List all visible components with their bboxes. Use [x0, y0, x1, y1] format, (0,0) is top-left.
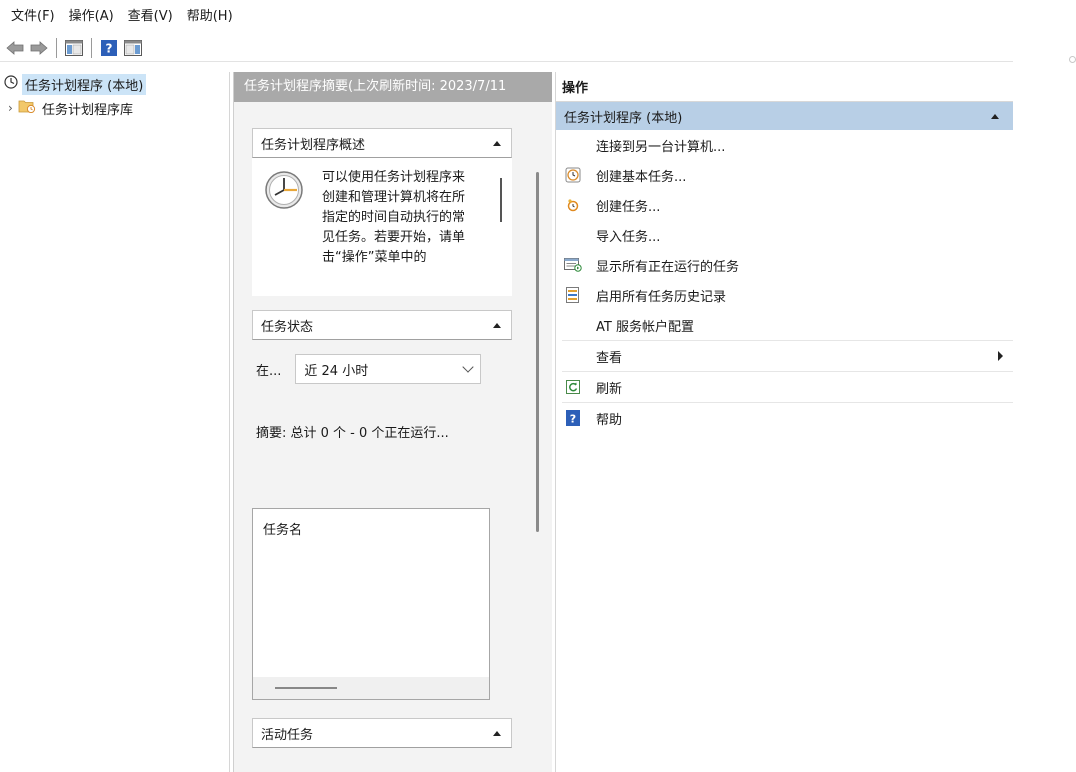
action-view[interactable]: 查看: [556, 341, 1013, 371]
tree-item-label: 任务计划程序 (本地): [22, 73, 147, 95]
active-tasks-section: 活动任务: [252, 718, 512, 748]
scrollbar-thumb[interactable]: [275, 687, 337, 689]
history-icon: [556, 287, 590, 303]
status-filter-label: 在...: [256, 363, 282, 379]
collapse-icon[interactable]: [493, 140, 501, 146]
console-tree: 任务计划程序 (本地) › 任务计划程序库: [0, 72, 230, 772]
overview-scrollbar[interactable]: [500, 178, 502, 222]
time-range-value: 近 24 小时: [304, 363, 369, 379]
tree-item-local-scheduler[interactable]: 任务计划程序 (本地): [0, 72, 229, 96]
forward-arrow-icon[interactable]: [28, 37, 50, 59]
menu-file[interactable]: 文件(F): [4, 0, 62, 34]
action-label: 创建基本任务...: [596, 169, 687, 185]
submenu-arrow-icon: [998, 351, 1003, 361]
folder-clock-icon: [18, 99, 36, 117]
task-list-scrollbar[interactable]: [253, 677, 489, 699]
tree-item-task-library[interactable]: › 任务计划程序库: [0, 96, 229, 120]
active-tasks-section-header[interactable]: 活动任务: [252, 718, 512, 748]
overview-content: 可以使用任务计划程序来创建和管理计算机将在所指定的时间自动执行的常见任务。若要开…: [252, 158, 512, 296]
action-help[interactable]: ? 帮助: [556, 403, 1013, 433]
overview-text: 可以使用任务计划程序来创建和管理计算机将在所指定的时间自动执行的常见任务。若要开…: [322, 170, 466, 265]
background-window-edge: [1069, 56, 1076, 63]
action-label: 查看: [596, 350, 623, 366]
task-name-column-header[interactable]: 任务名: [263, 519, 302, 538]
overview-section: 任务计划程序概述 可以使用任务计划程序来创建和管理计算机将在所指定的时间自动执行…: [252, 128, 512, 296]
status-section: 任务状态 在... 近 24 小时 摘要: 总计 0 个 - 0 个正在运行..…: [252, 310, 512, 702]
create-task-icon: [556, 198, 590, 212]
section-title: 任务计划程序概述: [261, 137, 366, 153]
action-show-running-tasks[interactable]: 显示所有正在运行的任务: [556, 250, 1013, 280]
status-content: 在... 近 24 小时 摘要: 总计 0 个 - 0 个正在运行... 任务名: [252, 340, 512, 702]
action-import-task[interactable]: 导入任务...: [556, 220, 1013, 250]
help-icon: ?: [556, 410, 590, 426]
action-refresh[interactable]: 刷新: [556, 372, 1013, 402]
back-arrow-icon[interactable]: [4, 37, 26, 59]
action-create-task[interactable]: 创建任务...: [556, 190, 1013, 220]
overview-section-header[interactable]: 任务计划程序概述: [252, 128, 512, 158]
menu-action[interactable]: 操作(A): [62, 0, 121, 34]
task-list[interactable]: 任务名: [252, 508, 490, 700]
status-section-header[interactable]: 任务状态: [252, 310, 512, 340]
show-hide-action-pane-icon[interactable]: [122, 37, 144, 59]
summary-pane: 任务计划程序摘要(上次刷新时间: 2023/7/11 任务计划程序概述 可以使用…: [233, 72, 552, 772]
svg-text:?: ?: [570, 413, 576, 426]
actions-group-header[interactable]: 任务计划程序 (本地): [556, 102, 1013, 130]
basic-task-icon: [556, 167, 590, 183]
action-label: 刷新: [596, 381, 623, 397]
menu-help[interactable]: 帮助(H): [180, 0, 240, 34]
toolbar-separator: [91, 37, 92, 58]
help-icon[interactable]: ?: [98, 37, 120, 59]
action-enable-task-history[interactable]: 启用所有任务历史记录: [556, 280, 1013, 310]
action-label: 显示所有正在运行的任务: [596, 259, 740, 275]
chevron-right-icon[interactable]: ›: [8, 101, 18, 115]
menu-view[interactable]: 查看(V): [121, 0, 180, 34]
actions-group-label: 任务计划程序 (本地): [564, 110, 683, 126]
svg-text:?: ?: [106, 41, 113, 55]
clock-icon: [264, 170, 304, 214]
action-label: 连接到另一台计算机...: [596, 139, 726, 155]
summary-scrollbar[interactable]: [536, 172, 539, 532]
actions-pane: 操作 任务计划程序 (本地) 连接到另一台计算机... 创建基本任务... 创建…: [555, 72, 1013, 772]
clock-icon: [4, 75, 18, 93]
collapse-icon[interactable]: [493, 322, 501, 328]
chevron-down-icon: [462, 361, 475, 373]
summary-header: 任务计划程序摘要(上次刷新时间: 2023/7/11: [234, 72, 552, 102]
summary-body[interactable]: 任务计划程序概述 可以使用任务计划程序来创建和管理计算机将在所指定的时间自动执行…: [234, 102, 552, 772]
task-scheduler-window: 文件(F) 操作(A) 查看(V) 帮助(H) ? 任务计划程序 (本地) › …: [0, 0, 1013, 772]
menu-bar: 文件(F) 操作(A) 查看(V) 帮助(H): [0, 0, 1013, 34]
toolbar: ?: [0, 34, 1013, 62]
status-filter-row: 在... 近 24 小时: [256, 354, 482, 384]
actions-header: 操作: [556, 72, 1013, 102]
refresh-icon: [556, 380, 590, 394]
action-label: 创建任务...: [596, 199, 661, 215]
action-label: 导入任务...: [596, 229, 661, 245]
action-connect-computer[interactable]: 连接到另一台计算机...: [556, 130, 1013, 160]
action-label: AT 服务帐户配置: [596, 319, 694, 335]
tree-item-label: 任务计划程序库: [42, 102, 134, 118]
action-at-service-account[interactable]: AT 服务帐户配置: [556, 310, 1013, 340]
status-summary: 摘要: 总计 0 个 - 0 个正在运行...: [256, 426, 449, 441]
toolbar-separator: [56, 37, 57, 58]
collapse-icon[interactable]: [493, 730, 501, 736]
action-create-basic-task[interactable]: 创建基本任务...: [556, 160, 1013, 190]
time-range-select[interactable]: 近 24 小时: [295, 354, 482, 384]
running-tasks-icon: [556, 258, 590, 272]
section-title: 任务状态: [261, 319, 314, 335]
action-label: 启用所有任务历史记录: [596, 289, 727, 305]
show-hide-console-tree-icon[interactable]: [63, 37, 85, 59]
action-label: 帮助: [596, 412, 623, 428]
collapse-icon[interactable]: [991, 113, 999, 119]
section-title: 活动任务: [261, 727, 314, 743]
